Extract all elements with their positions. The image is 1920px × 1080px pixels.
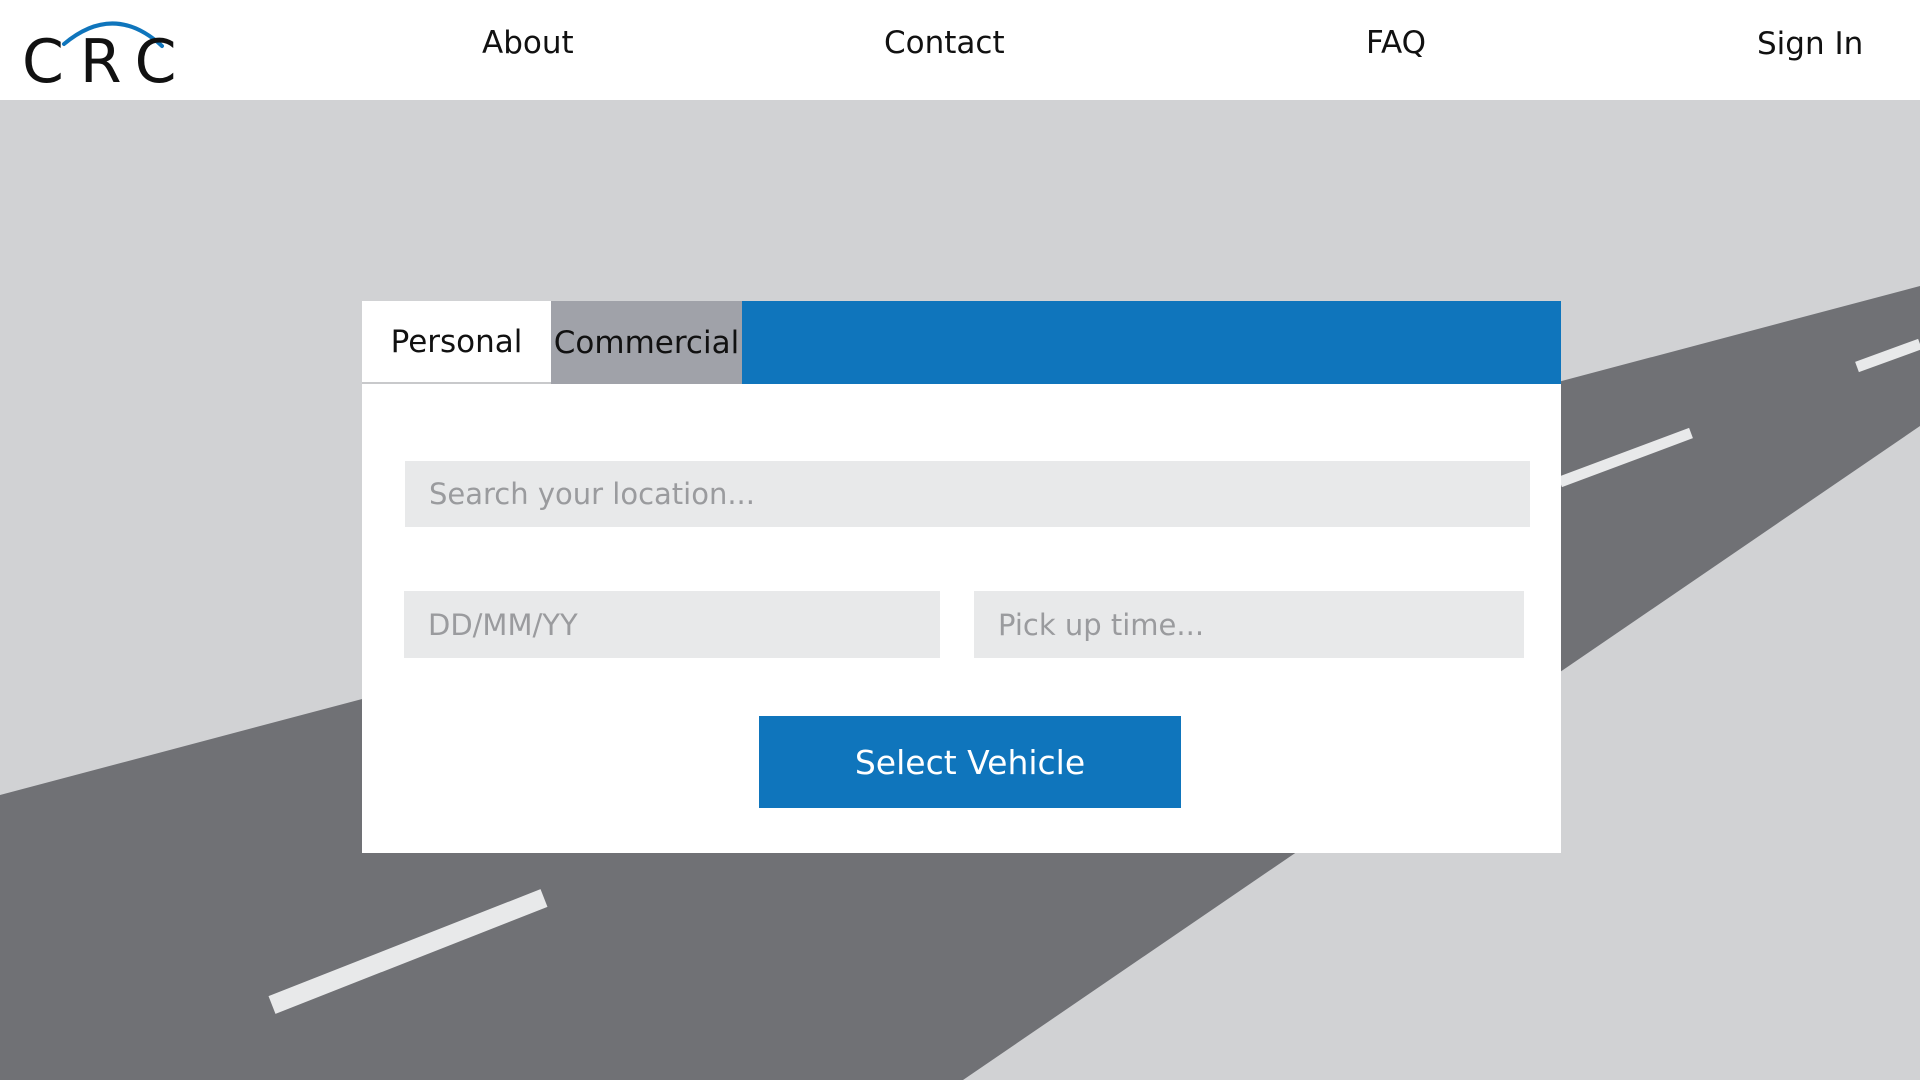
booking-tab-bar: Personal Commercial — [362, 301, 1561, 384]
nav-link-faq[interactable]: FAQ — [1366, 22, 1426, 64]
pickup-date-input[interactable] — [404, 591, 940, 658]
tab-commercial[interactable]: Commercial — [551, 301, 742, 384]
booking-card: Personal Commercial Select Vehicle — [362, 301, 1561, 853]
select-vehicle-button[interactable]: Select Vehicle — [759, 716, 1181, 808]
pickup-time-input[interactable] — [974, 591, 1524, 658]
sign-in-link[interactable]: Sign In — [1757, 23, 1863, 65]
crc-logo[interactable]: CRC — [22, 8, 174, 90]
nav-link-about[interactable]: About — [482, 22, 574, 64]
crc-logo-mark: CRC — [22, 21, 174, 90]
tab-personal[interactable]: Personal — [362, 301, 551, 384]
nav-link-contact[interactable]: Contact — [884, 22, 1005, 64]
top-navigation-bar: CRC About Contact FAQ Sign In — [0, 0, 1920, 100]
location-search-input[interactable] — [405, 461, 1530, 527]
svg-text:CRC: CRC — [22, 27, 174, 90]
